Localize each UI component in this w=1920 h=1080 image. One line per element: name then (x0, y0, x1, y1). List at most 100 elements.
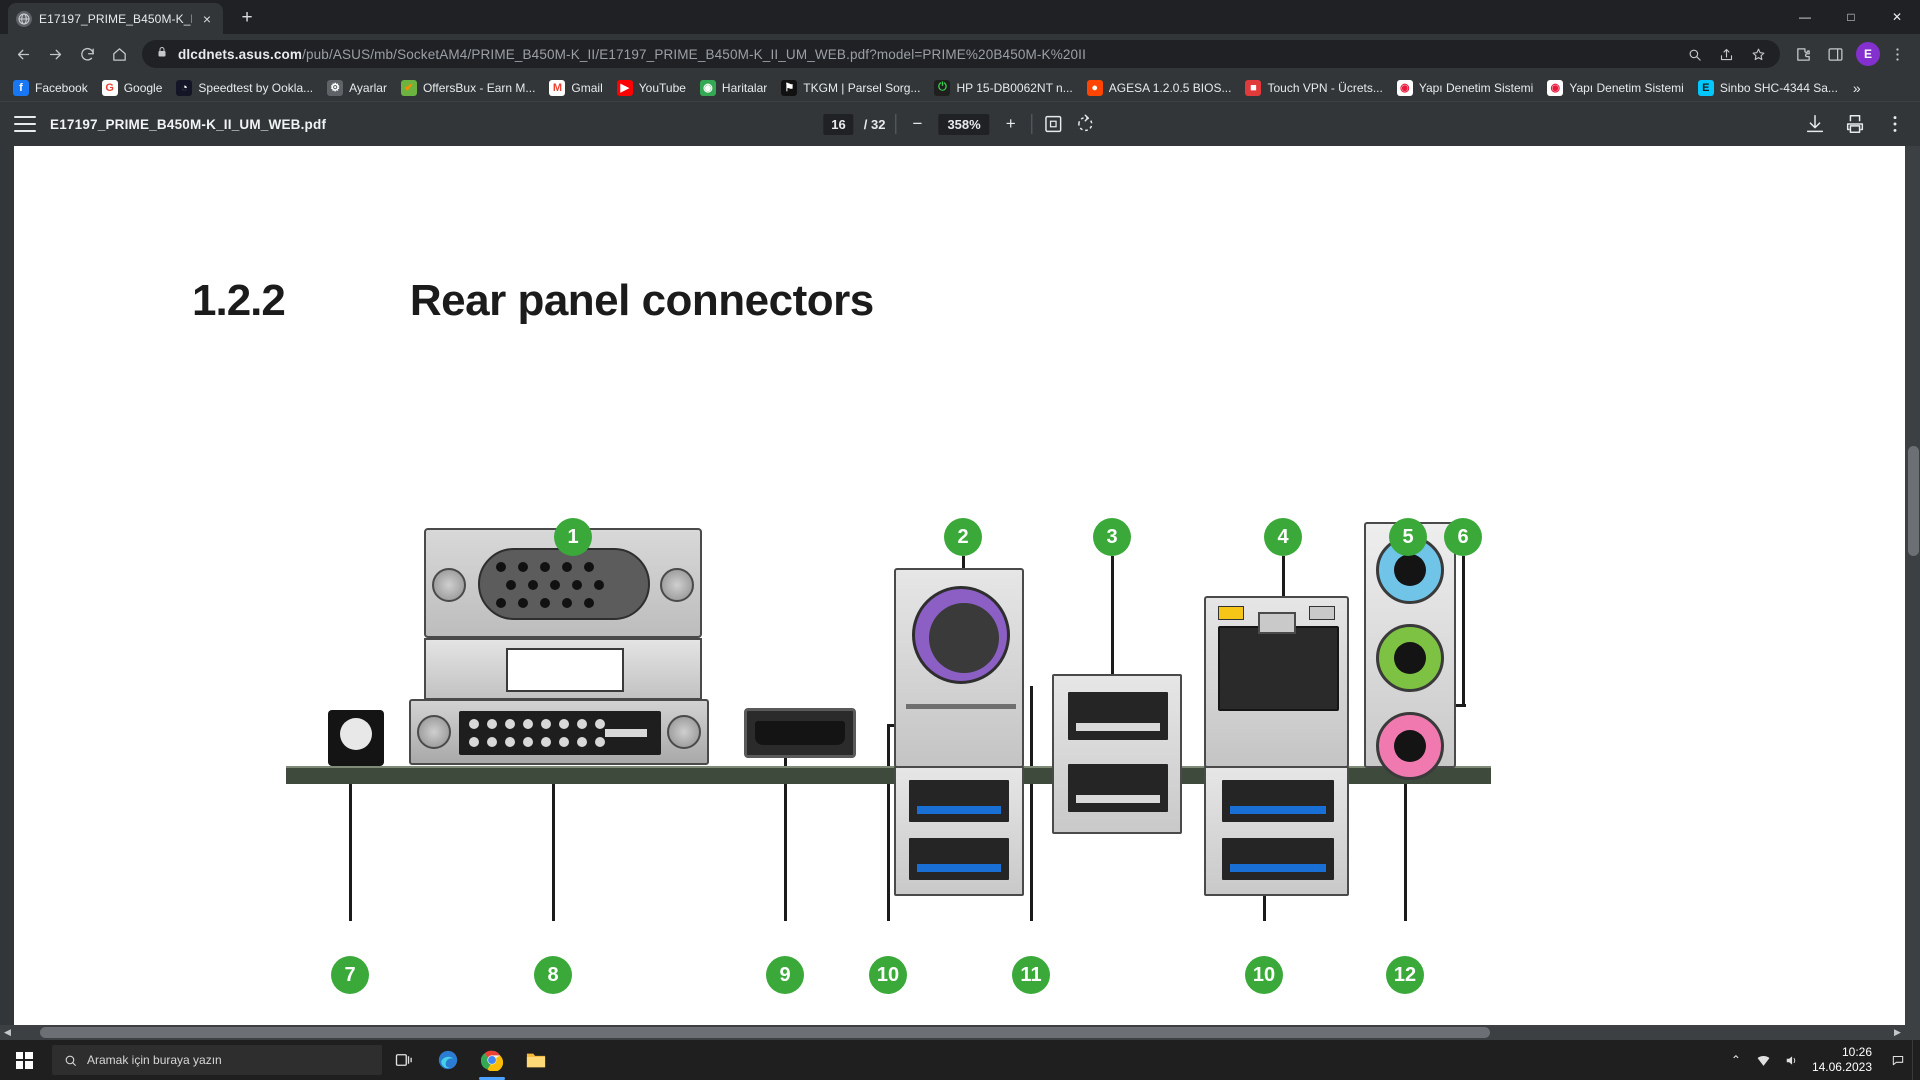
download-icon[interactable] (1804, 113, 1826, 135)
google-maps-icon: ◉ (699, 79, 716, 96)
callout-number: 7 (331, 956, 369, 994)
bookmark-item[interactable]: ◔ Speedtest by Ookla... (169, 77, 320, 99)
three-dot-menu-icon[interactable] (1884, 113, 1906, 135)
scroll-right-arrow[interactable]: ▶ (1890, 1025, 1905, 1040)
reload-icon[interactable] (72, 39, 102, 69)
hdmi-port (744, 708, 856, 758)
print-icon[interactable] (1844, 113, 1866, 135)
scrollbar-thumb[interactable] (1908, 446, 1919, 556)
avatar[interactable]: E (1856, 42, 1880, 66)
bookmark-label: TKGM | Parsel Sorg... (803, 80, 921, 95)
windows-taskbar: Aramak için buraya yazın ⌃ 10:26 14.06.2… (0, 1040, 1920, 1080)
hamburger-menu-icon[interactable] (14, 116, 36, 132)
gmail-icon: M (549, 79, 566, 96)
bookmark-item[interactable]: M Gmail (542, 77, 609, 99)
minimize-button[interactable]: — (1782, 0, 1828, 34)
bookmarks-overflow-button[interactable]: » (1845, 80, 1869, 96)
callout-number: 12 (1386, 956, 1424, 994)
notification-icon[interactable] (1884, 1040, 1912, 1080)
vertical-scrollbar[interactable] (1905, 146, 1920, 1025)
search-icon (65, 1055, 76, 1066)
star-icon[interactable] (1746, 42, 1770, 66)
bookmark-item[interactable]: ✔ OffersBux - Earn M... (394, 77, 542, 99)
chrome-icon[interactable] (470, 1040, 514, 1080)
bookmark-item[interactable]: ■ Touch VPN - Ücrets... (1238, 77, 1389, 99)
bookmark-item[interactable]: f Facebook (6, 77, 95, 99)
gear-icon: ⚙ (327, 79, 344, 96)
epey-icon: E (1697, 79, 1714, 96)
browser-tab[interactable]: E17197_PRIME_B450M-K_II_UM_ × (8, 3, 223, 34)
start-button[interactable] (0, 1040, 48, 1080)
close-window-button[interactable]: ✕ (1874, 0, 1920, 34)
bookmark-item[interactable]: ▶ YouTube (610, 77, 693, 99)
three-dot-menu-icon[interactable] (1882, 39, 1912, 69)
file-explorer-icon[interactable] (514, 1040, 558, 1080)
network-icon[interactable] (1750, 1040, 1778, 1080)
taskbar-clock[interactable]: 10:26 14.06.2023 (1806, 1045, 1884, 1075)
system-tray: ⌃ 10:26 14.06.2023 (1722, 1040, 1920, 1080)
globe-icon (16, 10, 32, 27)
side-panel-icon[interactable] (1820, 39, 1850, 69)
pdf-toolbar: E17197_PRIME_B450M-K_II_UM_WEB.pdf 16 / … (0, 102, 1920, 146)
bookmark-item[interactable]: E Sinbo SHC-4344 Sa... (1691, 77, 1845, 99)
omnibox-icons (1682, 42, 1770, 66)
pdf-actions (1804, 113, 1906, 135)
rotate-icon[interactable] (1075, 113, 1097, 135)
bookmark-label: Haritalar (721, 80, 768, 95)
puzzle-icon[interactable] (1788, 39, 1818, 69)
volume-icon[interactable] (1778, 1040, 1806, 1080)
bookmark-item[interactable]: ⏻ HP 15-DB0062NT n... (927, 77, 1079, 99)
bookmark-label: Facebook (35, 80, 88, 95)
bookmark-item[interactable]: ⚑ TKGM | Parsel Sorg... (774, 77, 927, 99)
bookmark-item[interactable]: ◉ Yapı Denetim Sistemi (1390, 77, 1541, 99)
bookmark-item[interactable]: ◉ Yapı Denetim Sistemi (1540, 77, 1691, 99)
share-icon[interactable] (1714, 42, 1738, 66)
url-path: /pub/ASUS/mb/SocketAM4/PRIME_B450M-K_II/… (302, 46, 1086, 62)
ps2-keyboard-port (328, 710, 384, 766)
close-icon[interactable]: × (199, 11, 215, 27)
search-zoom-icon[interactable] (1682, 42, 1706, 66)
leader-line (1030, 686, 1033, 921)
page-number-input[interactable]: 16 (823, 113, 854, 135)
pdf-page-controls: 16 / 32 − 358% + (823, 113, 1096, 135)
youtube-icon: ▶ (616, 79, 633, 96)
tab-title: E17197_PRIME_B450M-K_II_UM_ (39, 11, 192, 26)
bookmark-item[interactable]: ● AGESA 1.2.0.5 BIOS... (1080, 77, 1239, 99)
zoom-level-label: 358% (938, 113, 990, 135)
callout-number: 9 (766, 956, 804, 994)
back-arrow-icon[interactable] (8, 39, 38, 69)
horizontal-scrollbar[interactable]: ◀ ▶ (0, 1025, 1920, 1040)
lock-icon (156, 45, 168, 64)
bookmark-item[interactable]: G Google (95, 77, 170, 99)
task-view-icon[interactable] (382, 1040, 426, 1080)
new-tab-button[interactable]: + (233, 4, 261, 32)
dvi-upper-shell (424, 638, 702, 700)
divider (895, 114, 897, 134)
lan-rj45-port (1204, 596, 1349, 768)
scroll-left-arrow[interactable]: ◀ (0, 1025, 15, 1040)
chevron-up-icon[interactable]: ⌃ (1722, 1040, 1750, 1080)
pdf-viewport[interactable]: 1.2.2 Rear panel connectors 1 2 3 4 5 6 … (0, 146, 1920, 1025)
zoom-out-button[interactable]: − (906, 114, 928, 134)
url-domain: dlcdnets.asus.com (178, 46, 303, 62)
clock-date: 14.06.2023 (1811, 1060, 1872, 1074)
pdf-filename: E17197_PRIME_B450M-K_II_UM_WEB.pdf (50, 116, 327, 132)
callout-number: 3 (1093, 518, 1131, 556)
callout-number: 4 (1264, 518, 1302, 556)
bookmark-item[interactable]: ⚙ Ayarlar (320, 77, 394, 99)
leader-line (1404, 776, 1407, 921)
scrollbar-thumb-horizontal[interactable] (40, 1027, 1490, 1038)
bookmark-label: Speedtest by Ookla... (198, 80, 314, 95)
taskbar-search[interactable]: Aramak için buraya yazın (52, 1045, 382, 1075)
zoom-in-button[interactable]: + (1000, 114, 1022, 134)
edge-icon[interactable] (426, 1040, 470, 1080)
show-desktop-button[interactable] (1912, 1040, 1920, 1080)
callout-number: 10 (1245, 956, 1283, 994)
leader-line (552, 776, 555, 921)
home-icon[interactable] (104, 39, 134, 69)
fit-to-page-icon[interactable] (1043, 113, 1065, 135)
address-bar[interactable]: dlcdnets.asus.com/pub/ASUS/mb/SocketAM4/… (142, 40, 1780, 68)
forward-arrow-icon[interactable] (40, 39, 70, 69)
bookmark-item[interactable]: ◉ Haritalar (693, 77, 774, 99)
maximize-button[interactable]: □ (1828, 0, 1874, 34)
